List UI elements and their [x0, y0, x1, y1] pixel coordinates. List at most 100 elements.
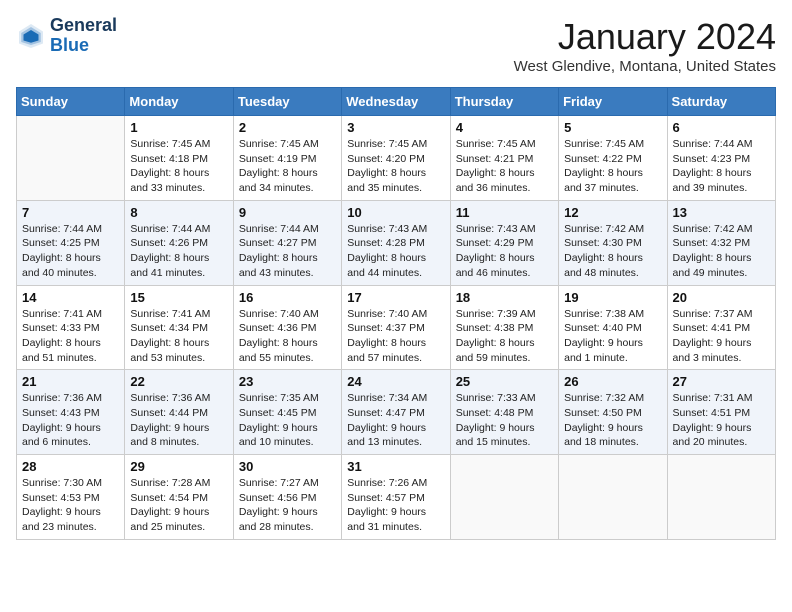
- day-number: 16: [239, 290, 336, 305]
- day-info: Sunrise: 7:44 AMSunset: 4:23 PMDaylight:…: [673, 138, 753, 194]
- calendar-header-row: Sunday Monday Tuesday Wednesday Thursday…: [17, 88, 776, 116]
- table-row: 20 Sunrise: 7:37 AMSunset: 4:41 PMDaylig…: [667, 285, 775, 370]
- title-area: January 2024 West Glendive, Montana, Uni…: [514, 16, 776, 75]
- day-info: Sunrise: 7:42 AMSunset: 4:30 PMDaylight:…: [564, 223, 644, 279]
- day-info: Sunrise: 7:45 AMSunset: 4:18 PMDaylight:…: [130, 138, 210, 194]
- table-row: 8 Sunrise: 7:44 AMSunset: 4:26 PMDayligh…: [125, 200, 233, 285]
- col-saturday: Saturday: [667, 88, 775, 116]
- table-row: 7 Sunrise: 7:44 AMSunset: 4:25 PMDayligh…: [17, 200, 125, 285]
- day-number: 26: [564, 374, 661, 389]
- day-info: Sunrise: 7:34 AMSunset: 4:47 PMDaylight:…: [347, 392, 427, 448]
- table-row: 19 Sunrise: 7:38 AMSunset: 4:40 PMDaylig…: [559, 285, 667, 370]
- col-tuesday: Tuesday: [233, 88, 341, 116]
- day-info: Sunrise: 7:37 AMSunset: 4:41 PMDaylight:…: [673, 308, 753, 364]
- day-info: Sunrise: 7:39 AMSunset: 4:38 PMDaylight:…: [456, 308, 536, 364]
- day-number: 10: [347, 205, 444, 220]
- day-info: Sunrise: 7:38 AMSunset: 4:40 PMDaylight:…: [564, 308, 644, 364]
- day-info: Sunrise: 7:26 AMSunset: 4:57 PMDaylight:…: [347, 477, 427, 533]
- day-number: 20: [673, 290, 770, 305]
- table-row: 10 Sunrise: 7:43 AMSunset: 4:28 PMDaylig…: [342, 200, 450, 285]
- day-number: 28: [22, 459, 119, 474]
- col-monday: Monday: [125, 88, 233, 116]
- day-number: 22: [130, 374, 227, 389]
- day-info: Sunrise: 7:44 AMSunset: 4:27 PMDaylight:…: [239, 223, 319, 279]
- day-info: Sunrise: 7:42 AMSunset: 4:32 PMDaylight:…: [673, 223, 753, 279]
- day-info: Sunrise: 7:45 AMSunset: 4:19 PMDaylight:…: [239, 138, 319, 194]
- table-row: 24 Sunrise: 7:34 AMSunset: 4:47 PMDaylig…: [342, 370, 450, 455]
- col-sunday: Sunday: [17, 88, 125, 116]
- table-row: [667, 455, 775, 540]
- day-number: 25: [456, 374, 553, 389]
- table-row: 5 Sunrise: 7:45 AMSunset: 4:22 PMDayligh…: [559, 116, 667, 201]
- table-row: 6 Sunrise: 7:44 AMSunset: 4:23 PMDayligh…: [667, 116, 775, 201]
- day-number: 31: [347, 459, 444, 474]
- table-row: 16 Sunrise: 7:40 AMSunset: 4:36 PMDaylig…: [233, 285, 341, 370]
- day-number: 21: [22, 374, 119, 389]
- calendar-week-row: 7 Sunrise: 7:44 AMSunset: 4:25 PMDayligh…: [17, 200, 776, 285]
- day-number: 27: [673, 374, 770, 389]
- day-info: Sunrise: 7:28 AMSunset: 4:54 PMDaylight:…: [130, 477, 210, 533]
- day-number: 4: [456, 120, 553, 135]
- col-friday: Friday: [559, 88, 667, 116]
- calendar-week-row: 1 Sunrise: 7:45 AMSunset: 4:18 PMDayligh…: [17, 116, 776, 201]
- table-row: [450, 455, 558, 540]
- day-info: Sunrise: 7:27 AMSunset: 4:56 PMDaylight:…: [239, 477, 319, 533]
- day-info: Sunrise: 7:43 AMSunset: 4:28 PMDaylight:…: [347, 223, 427, 279]
- day-number: 13: [673, 205, 770, 220]
- table-row: [17, 116, 125, 201]
- col-wednesday: Wednesday: [342, 88, 450, 116]
- logo-blue: Blue: [50, 35, 89, 55]
- table-row: 14 Sunrise: 7:41 AMSunset: 4:33 PMDaylig…: [17, 285, 125, 370]
- day-number: 18: [456, 290, 553, 305]
- day-info: Sunrise: 7:41 AMSunset: 4:34 PMDaylight:…: [130, 308, 210, 364]
- day-number: 3: [347, 120, 444, 135]
- day-number: 8: [130, 205, 227, 220]
- table-row: 11 Sunrise: 7:43 AMSunset: 4:29 PMDaylig…: [450, 200, 558, 285]
- day-number: 11: [456, 205, 553, 220]
- table-row: [559, 455, 667, 540]
- day-number: 1: [130, 120, 227, 135]
- day-number: 29: [130, 459, 227, 474]
- logo-general: General: [50, 15, 117, 35]
- day-info: Sunrise: 7:45 AMSunset: 4:22 PMDaylight:…: [564, 138, 644, 194]
- table-row: 22 Sunrise: 7:36 AMSunset: 4:44 PMDaylig…: [125, 370, 233, 455]
- day-info: Sunrise: 7:40 AMSunset: 4:37 PMDaylight:…: [347, 308, 427, 364]
- logo-text: General Blue: [50, 16, 117, 56]
- table-row: 30 Sunrise: 7:27 AMSunset: 4:56 PMDaylig…: [233, 455, 341, 540]
- day-info: Sunrise: 7:43 AMSunset: 4:29 PMDaylight:…: [456, 223, 536, 279]
- table-row: 23 Sunrise: 7:35 AMSunset: 4:45 PMDaylig…: [233, 370, 341, 455]
- table-row: 29 Sunrise: 7:28 AMSunset: 4:54 PMDaylig…: [125, 455, 233, 540]
- day-info: Sunrise: 7:40 AMSunset: 4:36 PMDaylight:…: [239, 308, 319, 364]
- day-number: 24: [347, 374, 444, 389]
- day-number: 9: [239, 205, 336, 220]
- page-header: General Blue January 2024 West Glendive,…: [16, 16, 776, 75]
- table-row: 13 Sunrise: 7:42 AMSunset: 4:32 PMDaylig…: [667, 200, 775, 285]
- table-row: 15 Sunrise: 7:41 AMSunset: 4:34 PMDaylig…: [125, 285, 233, 370]
- table-row: 9 Sunrise: 7:44 AMSunset: 4:27 PMDayligh…: [233, 200, 341, 285]
- table-row: 25 Sunrise: 7:33 AMSunset: 4:48 PMDaylig…: [450, 370, 558, 455]
- col-thursday: Thursday: [450, 88, 558, 116]
- day-info: Sunrise: 7:30 AMSunset: 4:53 PMDaylight:…: [22, 477, 102, 533]
- day-number: 7: [22, 205, 119, 220]
- day-info: Sunrise: 7:36 AMSunset: 4:43 PMDaylight:…: [22, 392, 102, 448]
- table-row: 17 Sunrise: 7:40 AMSunset: 4:37 PMDaylig…: [342, 285, 450, 370]
- day-number: 2: [239, 120, 336, 135]
- day-info: Sunrise: 7:45 AMSunset: 4:21 PMDaylight:…: [456, 138, 536, 194]
- calendar-table: Sunday Monday Tuesday Wednesday Thursday…: [16, 87, 776, 540]
- day-info: Sunrise: 7:31 AMSunset: 4:51 PMDaylight:…: [673, 392, 753, 448]
- location: West Glendive, Montana, United States: [514, 58, 776, 75]
- logo: General Blue: [16, 16, 117, 56]
- day-info: Sunrise: 7:36 AMSunset: 4:44 PMDaylight:…: [130, 392, 210, 448]
- day-number: 30: [239, 459, 336, 474]
- table-row: 2 Sunrise: 7:45 AMSunset: 4:19 PMDayligh…: [233, 116, 341, 201]
- day-info: Sunrise: 7:44 AMSunset: 4:26 PMDaylight:…: [130, 223, 210, 279]
- table-row: 26 Sunrise: 7:32 AMSunset: 4:50 PMDaylig…: [559, 370, 667, 455]
- day-number: 15: [130, 290, 227, 305]
- table-row: 18 Sunrise: 7:39 AMSunset: 4:38 PMDaylig…: [450, 285, 558, 370]
- day-info: Sunrise: 7:44 AMSunset: 4:25 PMDaylight:…: [22, 223, 102, 279]
- table-row: 12 Sunrise: 7:42 AMSunset: 4:30 PMDaylig…: [559, 200, 667, 285]
- day-info: Sunrise: 7:35 AMSunset: 4:45 PMDaylight:…: [239, 392, 319, 448]
- table-row: 28 Sunrise: 7:30 AMSunset: 4:53 PMDaylig…: [17, 455, 125, 540]
- day-number: 12: [564, 205, 661, 220]
- table-row: 1 Sunrise: 7:45 AMSunset: 4:18 PMDayligh…: [125, 116, 233, 201]
